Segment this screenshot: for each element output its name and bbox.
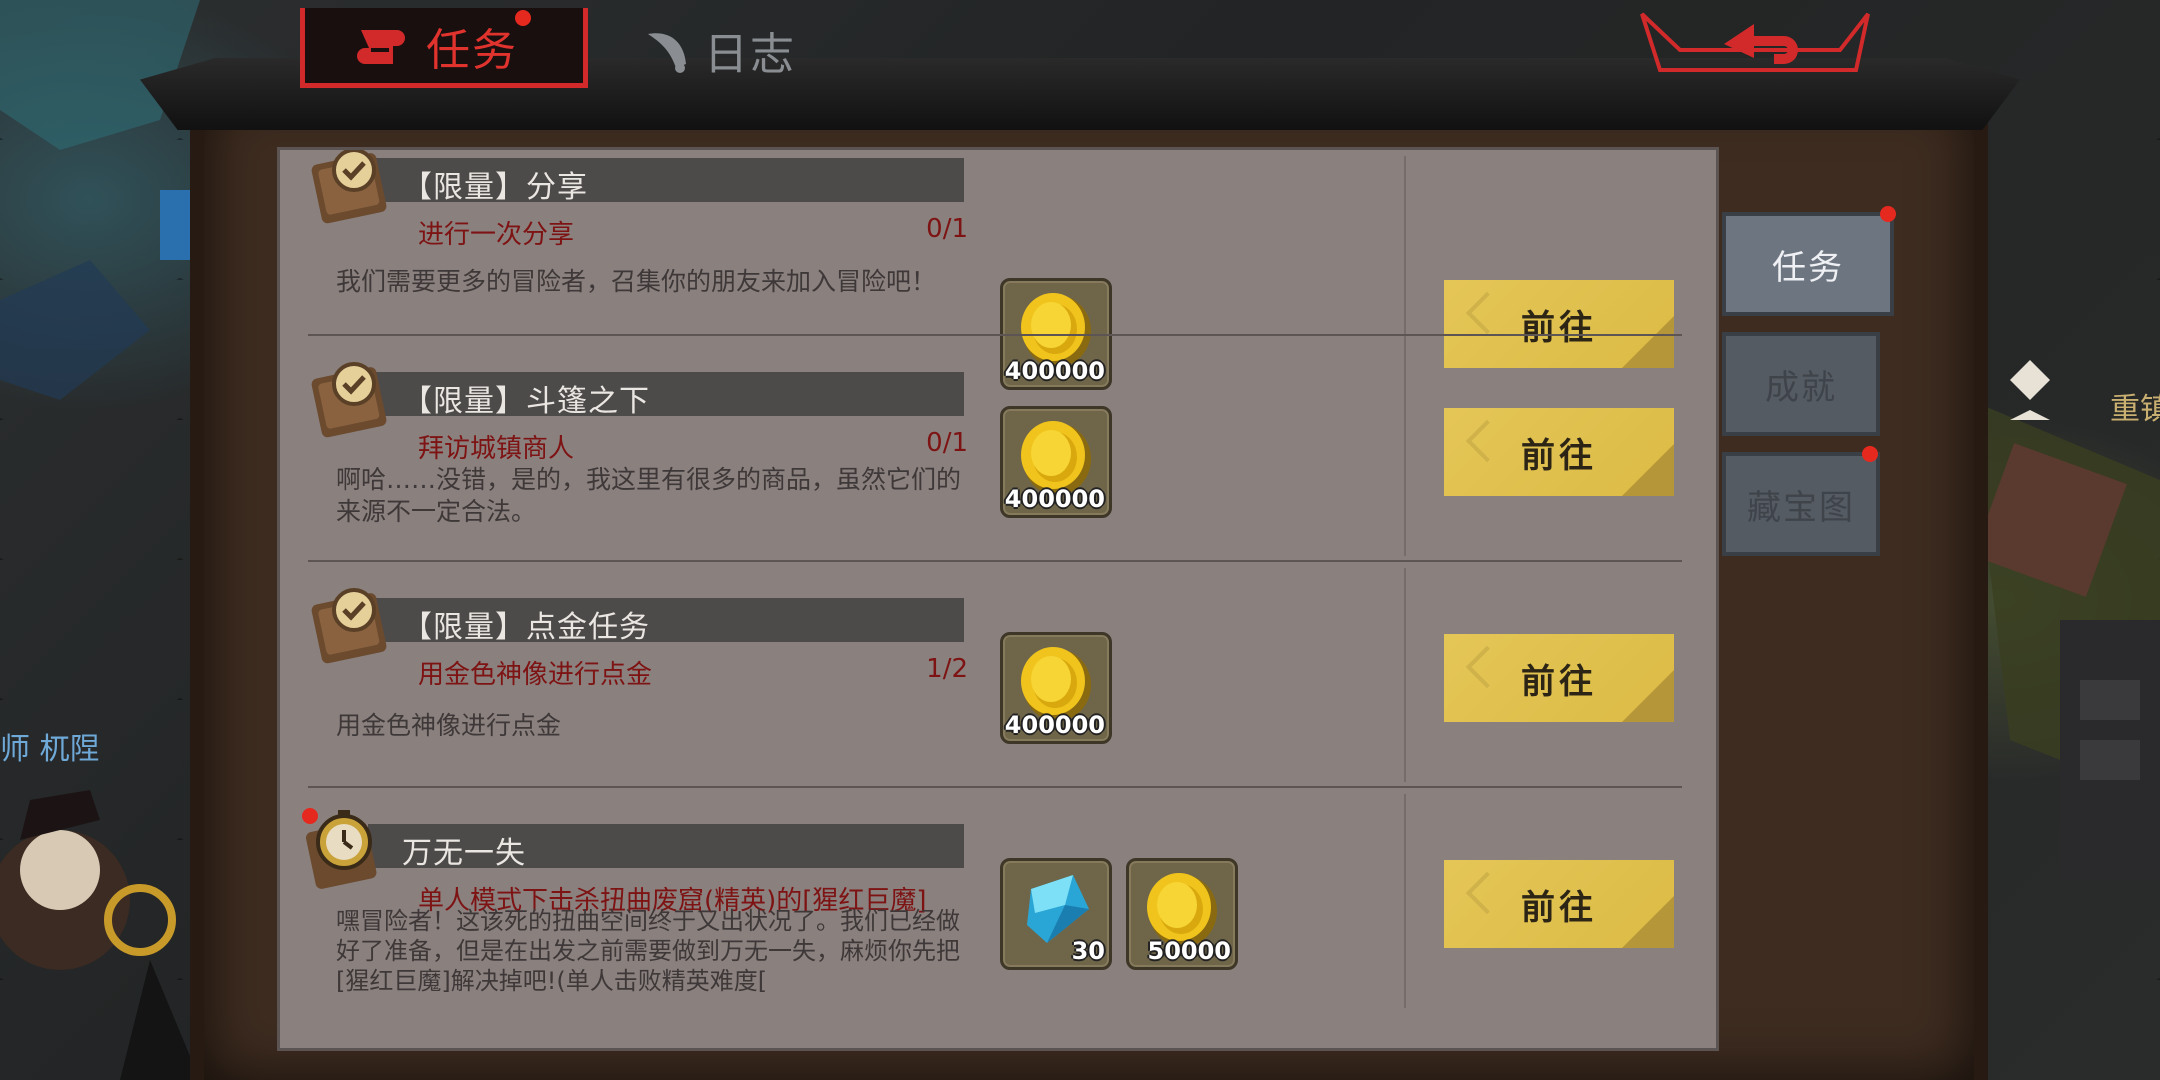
quest-book-icon	[311, 362, 387, 438]
row-divider-vertical	[1404, 342, 1406, 556]
side-tab-task-notification-dot	[1880, 206, 1896, 222]
side-tab-treasure-map-notification-dot	[1862, 446, 1878, 462]
quest-progress: 0/1	[926, 428, 968, 458]
tab-task[interactable]: 任务	[300, 8, 588, 88]
quest-objective: 用金色神像进行点金	[418, 660, 653, 690]
quest-notification-dot	[302, 808, 318, 824]
tab-log[interactable]: 日志	[640, 18, 860, 82]
scene-label-right: 重镇	[2110, 392, 2160, 427]
scroll-icon	[357, 30, 405, 64]
quest-description: 啊哈……没错，是的，我这里有很多的商品，虽然它们的来源不一定合法。	[336, 465, 962, 526]
quest-row: 【限量】点金任务 用金色神像进行点金 1/2 用金色神像进行点金 400000 …	[280, 562, 1716, 788]
quest-description: 嘿冒险者！这该死的扭曲空间终于又出状况了。我们已经做好了准备，但是在出发之前需要…	[336, 907, 960, 995]
quest-progress: 1/2	[926, 654, 968, 684]
quest-title: 【限量】点金任务	[402, 610, 650, 645]
left-scenery	[0, 0, 200, 1080]
quest-objective: 进行一次分享	[418, 220, 575, 250]
row-divider-vertical	[1404, 794, 1406, 1008]
back-button[interactable]	[1640, 10, 1870, 76]
reward-slot[interactable]: 30	[1000, 858, 1112, 970]
quest-objective: 拜访城镇商人	[418, 434, 575, 464]
quest-book-icon	[311, 588, 387, 664]
row-divider-vertical	[1404, 568, 1406, 782]
reward-amount: 50000	[1147, 937, 1232, 965]
reward-slot[interactable]: 400000	[1000, 406, 1112, 518]
tab-task-label: 任务	[426, 24, 518, 76]
quill-icon	[648, 33, 686, 73]
quest-description: 用金色神像进行点金	[336, 711, 562, 740]
go-button[interactable]: 前往	[1444, 634, 1674, 722]
side-tab-achievement[interactable]: 成就	[1722, 332, 1880, 436]
quest-book-icon	[311, 150, 387, 224]
reward-slot[interactable]: 400000	[1000, 632, 1112, 744]
quest-row: 【限量】斗篷之下 拜访城镇商人 0/1 啊哈……没错，是的，我这里有很多的商品，…	[280, 336, 1716, 562]
quest-description: 我们需要更多的冒险者，召集你的朋友来加入冒险吧！	[336, 267, 937, 296]
side-tab-task[interactable]: 任务	[1722, 212, 1894, 316]
right-scenery	[1970, 360, 2160, 880]
quest-panel[interactable]: 【限量】分享 进行一次分享 0/1 我们需要更多的冒险者，召集你的朋友来加入冒险…	[280, 150, 1716, 1048]
scene-label-left: 师 杌陧	[0, 732, 100, 767]
tab-task-notification-dot	[515, 10, 531, 26]
side-tab-label: 成就	[1765, 367, 1837, 408]
quest-title: 【限量】斗篷之下	[402, 384, 650, 419]
side-tab-treasure-map[interactable]: 藏宝图	[1722, 452, 1880, 556]
go-button[interactable]: 前往	[1444, 408, 1674, 496]
reward-amount: 400000	[1004, 485, 1105, 513]
reward-amount: 30	[1071, 937, 1105, 965]
quest-title: 万无一失	[402, 836, 526, 871]
quest-progress: 0/1	[926, 214, 968, 244]
side-tab-label: 任务	[1772, 247, 1844, 288]
tab-log-label: 日志	[704, 29, 796, 80]
quest-row: 【限量】分享 进行一次分享 0/1 我们需要更多的冒险者，召集你的朋友来加入冒险…	[280, 150, 1716, 390]
side-tab-label: 藏宝图	[1747, 487, 1855, 528]
top-tab-bar: 任务 日志	[0, 0, 2160, 88]
reward-slot[interactable]: 50000	[1126, 858, 1238, 970]
reward-amount: 400000	[1004, 711, 1105, 739]
quest-title: 【限量】分享	[402, 170, 588, 205]
go-button[interactable]: 前往	[1444, 860, 1674, 948]
quest-row: 万无一失 单人模式下击杀扭曲废窟(精英)的[猩红巨魔] 嘿冒险者！这该死的扭曲空…	[280, 788, 1716, 1048]
